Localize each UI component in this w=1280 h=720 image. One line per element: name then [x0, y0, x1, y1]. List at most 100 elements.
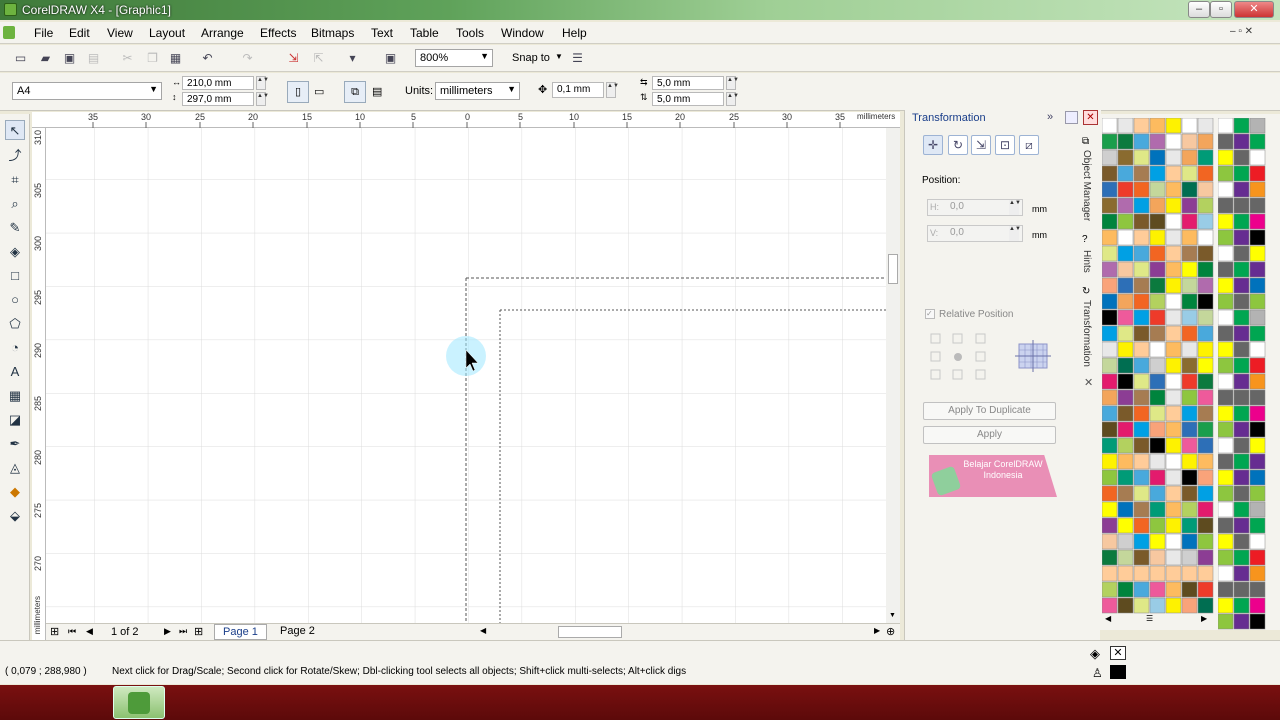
color-swatch[interactable]: [1149, 405, 1166, 422]
color-swatch[interactable]: [1117, 213, 1134, 230]
color-swatch[interactable]: [1181, 389, 1198, 406]
copy-icon[interactable]: ❐: [145, 51, 160, 65]
landscape-button[interactable]: ▭: [314, 85, 324, 98]
skew-mode-icon[interactable]: ⧄: [1019, 135, 1039, 155]
scroll-left-icon[interactable]: ◀: [480, 626, 486, 635]
color-swatch[interactable]: [1117, 181, 1134, 198]
collapse-docker-icon[interactable]: »: [1047, 111, 1053, 123]
add-page-end-icon[interactable]: ⊞: [194, 625, 203, 638]
color-swatch[interactable]: [1133, 165, 1150, 182]
shape-tool-icon[interactable]: ⤴: [5, 146, 25, 166]
palette-scroll-right-icon[interactable]: ▶: [1201, 614, 1207, 623]
tab-transformation[interactable]: Transformation: [1081, 300, 1092, 367]
color-swatch[interactable]: [1181, 293, 1198, 310]
add-page-icon[interactable]: ⊞: [50, 625, 59, 638]
h-spinner[interactable]: ▲▼: [1009, 200, 1021, 215]
color-swatch[interactable]: [1133, 565, 1150, 582]
close-button[interactable]: ✕: [1234, 1, 1274, 18]
color-swatch[interactable]: [1249, 245, 1266, 262]
color-swatch[interactable]: [1165, 485, 1182, 502]
color-swatch[interactable]: [1117, 293, 1134, 310]
color-swatch[interactable]: [1218, 597, 1234, 614]
color-swatch[interactable]: [1165, 453, 1182, 470]
pick-tool-icon[interactable]: ↖: [5, 120, 25, 140]
color-swatch[interactable]: [1233, 261, 1250, 278]
color-swatch[interactable]: [1197, 501, 1214, 518]
color-swatch[interactable]: [1117, 533, 1134, 550]
color-swatch[interactable]: [1233, 149, 1250, 166]
color-swatch[interactable]: [1233, 133, 1250, 150]
color-swatch[interactable]: [1233, 293, 1250, 310]
color-swatch[interactable]: [1165, 245, 1182, 262]
color-swatch[interactable]: [1165, 309, 1182, 326]
color-swatch[interactable]: [1181, 517, 1198, 534]
color-swatch[interactable]: [1233, 118, 1250, 134]
color-swatch[interactable]: [1102, 213, 1118, 230]
color-swatch[interactable]: [1133, 549, 1150, 566]
color-swatch[interactable]: [1149, 245, 1166, 262]
color-swatch[interactable]: [1117, 325, 1134, 342]
color-swatch[interactable]: [1181, 213, 1198, 230]
color-swatch[interactable]: [1117, 405, 1134, 422]
freehand-tool-icon[interactable]: ✎: [5, 218, 25, 238]
color-swatch[interactable]: [1181, 549, 1198, 566]
outline-tool-icon[interactable]: ◬: [5, 458, 25, 478]
color-swatch[interactable]: [1102, 229, 1118, 246]
color-swatch[interactable]: [1102, 277, 1118, 294]
color-swatch[interactable]: [1197, 309, 1214, 326]
zoom-tool-icon[interactable]: ⌕: [5, 194, 25, 214]
color-swatch[interactable]: [1133, 229, 1150, 246]
color-swatch[interactable]: [1197, 517, 1214, 534]
color-swatch[interactable]: [1133, 405, 1150, 422]
color-swatch[interactable]: [1149, 181, 1166, 198]
relative-position-checkbox[interactable]: ✓: [925, 309, 935, 319]
color-swatch[interactable]: [1102, 469, 1118, 486]
color-swatch[interactable]: [1117, 229, 1134, 246]
color-swatch[interactable]: [1102, 485, 1118, 502]
position-mode-icon[interactable]: ✛: [923, 135, 943, 155]
color-swatch[interactable]: [1197, 581, 1214, 598]
color-swatch[interactable]: [1218, 229, 1234, 246]
color-swatch[interactable]: [1181, 581, 1198, 598]
color-swatch[interactable]: [1181, 421, 1198, 438]
color-swatch[interactable]: [1133, 469, 1150, 486]
color-swatch[interactable]: [1165, 181, 1182, 198]
color-swatch[interactable]: [1218, 517, 1234, 534]
color-swatch[interactable]: [1197, 533, 1214, 550]
tab-hints[interactable]: Hints: [1081, 250, 1092, 273]
zoom-dropdown[interactable]: 800% ▼: [415, 49, 493, 67]
color-swatch[interactable]: [1165, 213, 1182, 230]
color-swatch[interactable]: [1102, 325, 1118, 342]
color-swatch[interactable]: [1102, 517, 1118, 534]
outline-color-swatch[interactable]: [1110, 665, 1126, 679]
color-swatch[interactable]: [1218, 197, 1234, 214]
color-swatch[interactable]: [1218, 213, 1234, 230]
options-icon[interactable]: ☰: [570, 51, 585, 65]
color-swatch[interactable]: [1165, 421, 1182, 438]
application-launcher-icon[interactable]: ▾: [345, 51, 360, 65]
color-swatch[interactable]: [1149, 597, 1166, 614]
color-swatch[interactable]: [1249, 165, 1266, 182]
color-swatch[interactable]: [1197, 357, 1214, 374]
color-swatch[interactable]: [1233, 229, 1250, 246]
color-swatch[interactable]: [1117, 341, 1134, 358]
next-page-icon[interactable]: ▶: [164, 626, 171, 637]
color-swatch[interactable]: [1165, 581, 1182, 598]
navigator-icon[interactable]: ⊕: [886, 625, 895, 638]
print-icon[interactable]: ▤: [86, 51, 101, 65]
color-swatch[interactable]: [1165, 501, 1182, 518]
horizontal-scroll-thumb[interactable]: [558, 626, 622, 638]
drawing-canvas[interactable]: [46, 128, 886, 623]
color-swatch[interactable]: [1165, 341, 1182, 358]
color-swatch[interactable]: [1181, 565, 1198, 582]
interactive-fill-tool-icon[interactable]: ⬙: [5, 506, 25, 526]
color-swatch[interactable]: [1181, 229, 1198, 246]
docker-close-button[interactable]: ✕: [1083, 110, 1098, 125]
color-swatch[interactable]: [1197, 165, 1214, 182]
color-swatch[interactable]: [1102, 373, 1118, 390]
color-swatch[interactable]: [1102, 581, 1118, 598]
color-swatch[interactable]: [1181, 341, 1198, 358]
color-swatch[interactable]: [1102, 549, 1118, 566]
color-swatch[interactable]: [1181, 501, 1198, 518]
color-swatch[interactable]: [1117, 261, 1134, 278]
